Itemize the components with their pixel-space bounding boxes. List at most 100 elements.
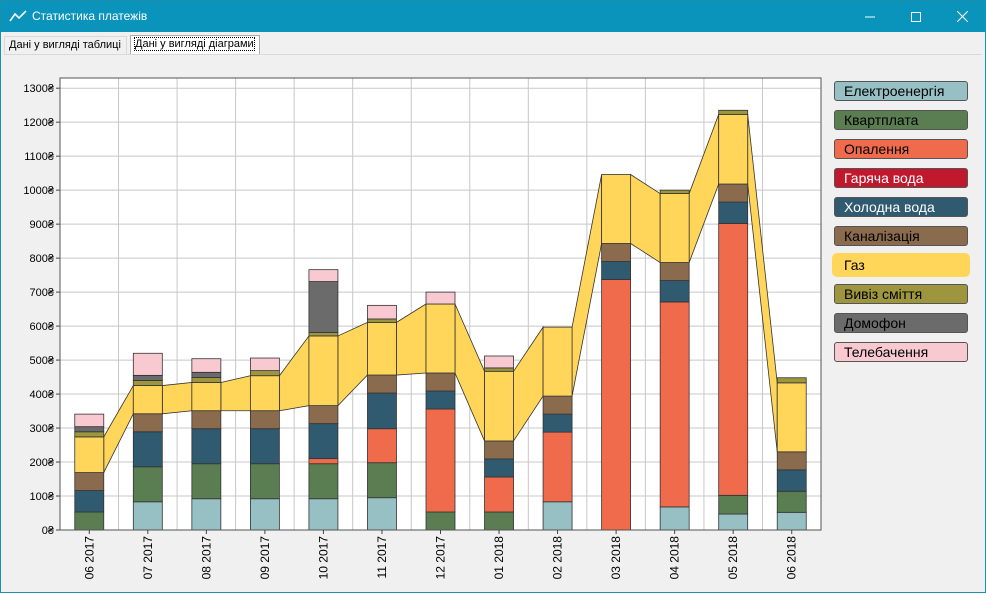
bar-segment — [367, 462, 397, 499]
bar-segment — [191, 428, 222, 465]
y-tick-label: 900₴ — [30, 219, 55, 231]
bar-segment — [718, 494, 749, 515]
close-icon — [956, 11, 968, 22]
y-tick-label: 100₴ — [30, 491, 55, 503]
title-bar[interactable]: Статистика платежів — [1, 1, 985, 32]
bar-segment — [191, 463, 222, 500]
bar-segment — [484, 355, 514, 369]
bar-segment — [367, 304, 397, 320]
bar-segment — [191, 377, 222, 383]
minimize-button[interactable] — [847, 1, 893, 32]
bar-segment — [542, 413, 573, 433]
tab-table-view[interactable]: Дані у вигляді таблиці — [4, 36, 127, 54]
x-tick-label: 05 2018 — [726, 536, 740, 580]
line-chart-icon — [9, 10, 27, 22]
bar-segment — [718, 223, 749, 496]
bar-segment — [74, 426, 105, 433]
bar-segment — [367, 318, 397, 323]
x-tick-label: 11 2017 — [375, 536, 389, 579]
bar-segment — [308, 332, 339, 337]
bar-segment — [484, 370, 514, 442]
bar-segment — [74, 431, 105, 438]
bar-segment — [776, 451, 807, 471]
bar-segment — [249, 428, 280, 465]
x-tick-label: 06 2017 — [82, 536, 96, 580]
legend-item[interactable]: Гаряча вода — [834, 168, 968, 188]
bar-segment — [367, 497, 397, 531]
bar-segment — [425, 408, 456, 513]
bar-segment — [659, 189, 690, 194]
legend-item[interactable]: Електроенергія — [834, 81, 968, 101]
bar-segment — [74, 413, 105, 428]
bar-segment — [74, 490, 105, 513]
bar-segment — [776, 511, 807, 531]
x-tick-label: 04 2018 — [668, 536, 682, 580]
bar-segment — [132, 352, 163, 376]
bar-segment — [191, 371, 222, 378]
legend-item[interactable]: Каналізація — [834, 226, 968, 246]
bar-segment — [367, 428, 397, 464]
legend-item[interactable]: Опалення — [834, 139, 968, 159]
bar-segment — [718, 113, 749, 185]
bar-segment — [308, 458, 339, 465]
bar-segment — [601, 279, 632, 531]
legend-item[interactable]: Домофон — [834, 313, 968, 333]
bar-segment — [718, 513, 749, 531]
bar-segment — [191, 358, 222, 373]
bar-segment — [776, 469, 807, 492]
bar-segment — [132, 466, 163, 503]
bar-segment — [542, 431, 573, 503]
bar-segment — [249, 357, 280, 372]
bar-segment — [484, 440, 514, 460]
bar-segment — [308, 335, 339, 407]
bar-segment — [542, 501, 573, 531]
bar-segment — [659, 280, 690, 303]
x-tick-label: 09 2017 — [258, 536, 272, 580]
bar-segment — [191, 382, 222, 412]
close-button[interactable] — [939, 1, 985, 32]
legend-item[interactable]: Телебачення — [834, 342, 968, 362]
bar-segment — [601, 243, 632, 262]
bar-segment — [601, 261, 632, 280]
bar-segment — [659, 506, 690, 531]
y-tick-label: 400₴ — [30, 389, 55, 401]
app-window: Статистика платежів Дані у вигляді табли… — [0, 0, 986, 593]
y-tick-label: 500₴ — [30, 355, 55, 367]
bar-segment — [308, 498, 339, 531]
bar-segment — [249, 498, 280, 531]
bar-segment — [484, 511, 514, 531]
bar-segment — [132, 380, 163, 386]
bar-segment — [191, 410, 222, 430]
bar-segment — [776, 377, 807, 384]
legend-item[interactable]: Вивіз сміття — [834, 284, 968, 304]
maximize-button[interactable] — [893, 1, 939, 32]
bar-segment — [484, 367, 514, 372]
y-tick-label: 300₴ — [30, 423, 55, 435]
bar-segment — [249, 463, 280, 500]
legend-item[interactable]: Холодна вода — [834, 197, 968, 217]
bar-segment — [718, 183, 749, 203]
bar-segment — [191, 498, 222, 531]
bar-segment — [308, 281, 339, 333]
y-tick-label: 800₴ — [30, 253, 55, 265]
bar-segment — [308, 269, 339, 282]
legend-item[interactable]: Квартплата — [834, 110, 968, 130]
bar-segment — [659, 262, 690, 281]
bar-segment — [718, 109, 749, 115]
bar-segment — [425, 511, 456, 531]
y-tick-label: 600₴ — [30, 321, 55, 333]
bar-segment — [425, 291, 456, 305]
bar-segment — [425, 372, 456, 392]
bar-segment — [601, 174, 632, 244]
bar-segment — [484, 476, 514, 513]
bar-segment — [132, 413, 163, 433]
legend-item[interactable]: Газ — [832, 253, 970, 277]
minimize-icon — [865, 16, 875, 17]
x-tick-label: 06 2018 — [785, 536, 799, 580]
maximize-icon — [911, 11, 921, 22]
bar-segment — [367, 321, 397, 376]
bar-segment — [132, 431, 163, 468]
x-tick-label: 02 2018 — [551, 536, 565, 580]
tab-chart-view[interactable]: Дані у вигляді діаграми — [130, 35, 260, 54]
window-title: Статистика платежів — [32, 9, 148, 23]
